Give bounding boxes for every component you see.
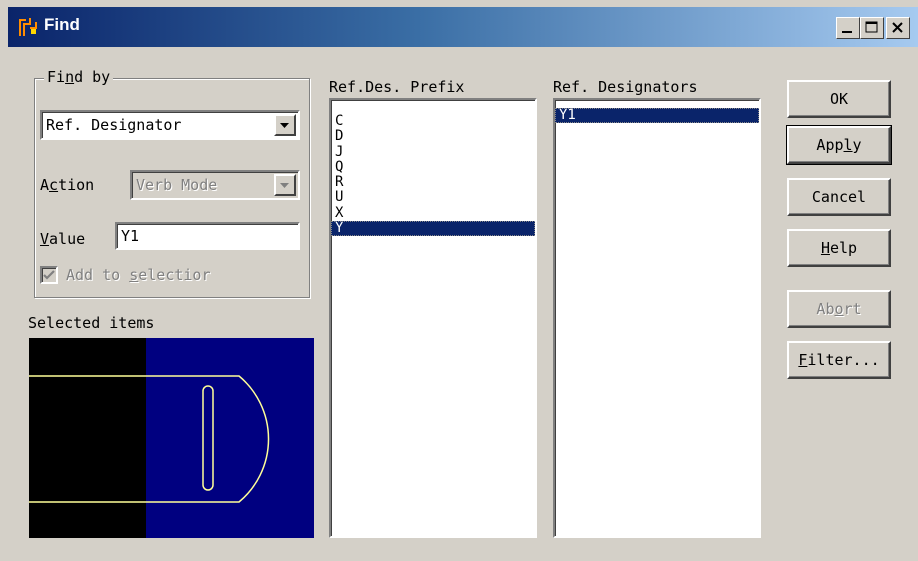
footprint-preview-graphic xyxy=(29,338,314,538)
designators-list[interactable]: Y1 xyxy=(553,98,761,538)
prefix-list-item[interactable]: Y xyxy=(331,220,535,237)
cancel-button[interactable]: Cancel xyxy=(787,178,891,216)
find-type-dropdown[interactable]: Ref. Designator xyxy=(40,110,300,140)
apply-button[interactable]: Apply xyxy=(786,125,892,165)
maximize-button[interactable] xyxy=(860,17,884,39)
prefix-list-header: Ref.Des. Prefix xyxy=(329,78,465,96)
add-to-selection-label: Add to selectior xyxy=(66,266,211,284)
prefix-list-item[interactable]: U xyxy=(331,190,535,205)
action-value: Verb Mode xyxy=(136,176,218,194)
maximize-icon xyxy=(865,21,878,33)
app-logo-icon xyxy=(19,18,37,36)
prefix-list-item[interactable]: D xyxy=(331,129,535,144)
find-by-label: Find by xyxy=(44,68,114,86)
action-label: Action xyxy=(40,176,95,194)
action-dropdown-arrow[interactable] xyxy=(274,174,296,196)
checkmark-icon xyxy=(43,270,55,280)
dropdown-arrow[interactable] xyxy=(274,114,296,136)
prefix-list-item[interactable]: C xyxy=(331,113,535,129)
value-input[interactable]: Y1 xyxy=(115,222,300,250)
ok-button[interactable]: OK xyxy=(787,80,891,118)
designator-list-item[interactable]: Y1 xyxy=(555,107,759,124)
help-button[interactable]: Help xyxy=(787,229,891,267)
prefix-list-item[interactable]: R xyxy=(331,175,535,190)
designators-list-header: Ref. Designators xyxy=(553,78,698,96)
checkbox-box[interactable] xyxy=(40,266,58,284)
chevron-down-icon xyxy=(280,183,289,188)
prefix-list-item[interactable]: J xyxy=(331,144,535,160)
chevron-down-icon xyxy=(280,123,289,128)
window-title: Find xyxy=(44,15,80,34)
title-bar[interactable]: Find xyxy=(8,7,918,47)
selected-items-preview xyxy=(29,338,314,538)
close-icon xyxy=(892,22,903,33)
preview-highlight-area xyxy=(146,338,314,538)
find-dialog: Find Find by Ref. Designator Action Verb… xyxy=(0,0,918,561)
action-dropdown[interactable]: Verb Mode xyxy=(130,170,300,200)
value-input-text: Y1 xyxy=(121,227,140,245)
add-to-selection-checkbox[interactable]: Add to selectior xyxy=(40,264,300,288)
prefix-list-item[interactable]: Q xyxy=(331,159,535,175)
filter-button[interactable]: Filter... xyxy=(787,341,891,379)
minimize-icon xyxy=(842,31,852,33)
value-label: Value xyxy=(40,230,86,248)
abort-button[interactable]: Abort xyxy=(787,290,891,328)
prefix-list-item[interactable]: X xyxy=(331,205,535,221)
find-type-value: Ref. Designator xyxy=(46,116,182,134)
selected-items-label: Selected items xyxy=(28,314,155,332)
minimize-button[interactable] xyxy=(836,17,860,39)
close-button[interactable] xyxy=(886,17,910,39)
prefix-list[interactable]: CDJQRUXY xyxy=(329,98,537,538)
